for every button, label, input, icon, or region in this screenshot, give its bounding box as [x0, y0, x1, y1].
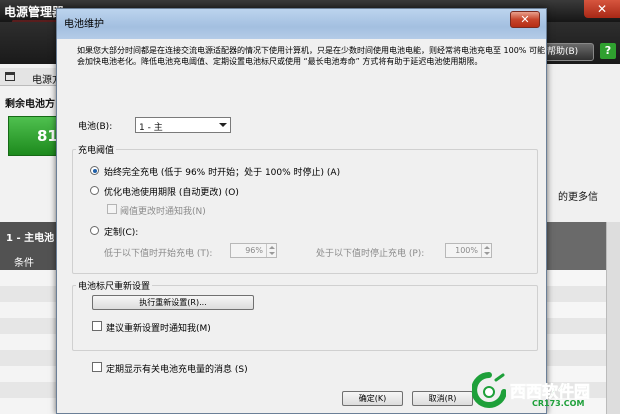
chevron-down-icon: [219, 123, 227, 127]
dialog-close-button[interactable]: ✕: [510, 11, 540, 28]
battery-select[interactable]: 1 - 主: [135, 117, 231, 133]
radio-optimize-lifespan[interactable]: [90, 186, 99, 195]
charge-threshold-title: 充电阈值: [76, 143, 117, 156]
radio-full-charge-label[interactable]: 始终完全充电 (低于 96% 时开始；处于 100% 时停止) (A): [104, 165, 340, 178]
recommend-reset-checkbox[interactable]: [92, 321, 102, 331]
battery-select-label: 电池(B):: [78, 122, 113, 132]
radio-custom-label[interactable]: 定制(C):: [104, 225, 138, 238]
stop-charge-label: 处于以下值时停止充电 (P):: [316, 249, 425, 259]
watermark: 西西软件园 CR173.COM: [470, 372, 620, 414]
radio-full-charge[interactable]: [90, 166, 99, 175]
app-title: 电源管理器: [4, 5, 65, 19]
battery-level-indicator: 81: [8, 116, 62, 156]
cancel-button[interactable]: 取消(R): [412, 391, 473, 406]
dialog-titlebar[interactable]: 电池维护 ✕: [57, 9, 546, 39]
recommend-reset-label[interactable]: 建议重新设置时通知我(M): [106, 321, 211, 334]
notify-threshold-label: 阈值更改时通知我(N): [120, 207, 206, 217]
tab-power-plan[interactable]: 电源方: [0, 68, 62, 86]
stop-charge-spinner[interactable]: 100%: [445, 243, 492, 258]
dialog-description: 如果您大部分时间都是在连接交流电源适配器的情况下使用计算机，只是在少数时间使用电…: [77, 46, 545, 66]
battery-list-subitem: 条件: [14, 258, 34, 269]
periodic-message-label[interactable]: 定期显示有关电池充电量的消息 (S): [106, 362, 248, 375]
remaining-battery-label: 剩余电池方: [5, 99, 55, 110]
radio-optimize-lifespan-label[interactable]: 优化电池使用期限 (自动更改) (O): [104, 185, 239, 198]
start-charge-spinner[interactable]: 96%: [230, 243, 277, 258]
start-charge-label: 低于以下值时开始充电 (T):: [104, 249, 213, 259]
window-icon: [5, 72, 15, 81]
ok-button[interactable]: 确定(K): [342, 391, 403, 406]
battery-select-value: 1 - 主: [139, 123, 163, 133]
help-icon[interactable]: ?: [600, 43, 616, 59]
help-menu-button[interactable]: 帮助(B): [540, 43, 594, 61]
radio-custom[interactable]: [90, 226, 99, 235]
battery-list: [0, 270, 62, 414]
notify-threshold-checkbox[interactable]: [107, 204, 117, 214]
app-close-button[interactable]: ✕: [584, 0, 620, 18]
more-info-link[interactable]: 的更多信: [558, 188, 598, 203]
periodic-message-checkbox[interactable]: [92, 362, 102, 372]
start-charge-value: 96%: [245, 246, 263, 255]
spinner-arrows-icon[interactable]: [266, 244, 276, 257]
battery-list-item: 1 - 主电池: [6, 233, 55, 244]
watermark-logo-icon: [472, 372, 506, 408]
watermark-url: CR173.COM: [532, 399, 585, 408]
execute-reset-button[interactable]: 执行重新设置(R)...: [92, 295, 254, 310]
spinner-arrows-icon[interactable]: [481, 244, 491, 257]
battery-maintenance-dialog: 电池维护 ✕ 如果您大部分时间都是在连接交流电源适配器的情况下使用计算机，只是在…: [56, 8, 547, 414]
dialog-body: 如果您大部分时间都是在连接交流电源适配器的情况下使用计算机，只是在少数时间使用电…: [62, 39, 545, 413]
stop-charge-value: 100%: [455, 246, 478, 255]
gauge-reset-title: 电池标尺重新设置: [76, 279, 153, 292]
dialog-title: 电池维护: [64, 19, 104, 30]
